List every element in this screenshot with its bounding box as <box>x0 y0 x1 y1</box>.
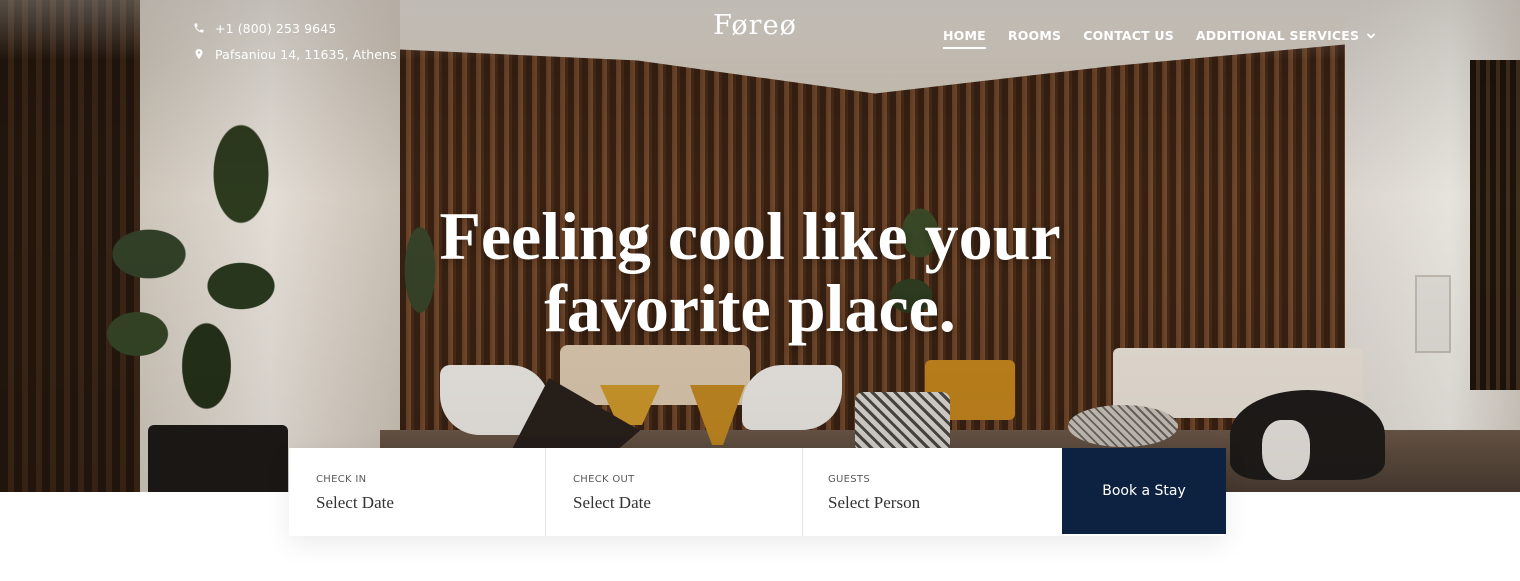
guests-label: GUESTS <box>828 474 870 485</box>
header-contact-info: +1 (800) 253 9645 Pafsaniou 14, 11635, A… <box>193 20 397 72</box>
guests-value[interactable]: Select Person <box>828 493 1062 513</box>
phone-row[interactable]: +1 (800) 253 9645 <box>193 20 397 36</box>
nav-item-label: HOME <box>943 28 986 43</box>
check-out-field[interactable]: CHECK OUT Select Date <box>546 448 803 536</box>
hero-headline-line: Feeling cool like your <box>439 198 1061 274</box>
nav-item-label: CONTACT US <box>1083 28 1174 43</box>
booking-form: CHECK IN Select Date CHECK OUT Select Da… <box>289 448 1226 536</box>
hero-headline: Feeling cool like your favorite place. <box>360 200 1140 344</box>
nav-item-label: ADDITIONAL SERVICES <box>1195 28 1360 43</box>
nav-item-contact-us[interactable]: CONTACT US <box>1083 28 1174 49</box>
check-in-field[interactable]: CHECK IN Select Date <box>289 448 546 536</box>
map-pin-icon <box>195 49 203 59</box>
guests-field[interactable]: GUESTS Select Person <box>803 448 1062 536</box>
nav-item-home[interactable]: HOME <box>943 28 986 49</box>
address-row: Pafsaniou 14, 11635, Athens <box>193 46 397 62</box>
check-in-label: CHECK IN <box>316 474 367 485</box>
nav-item-rooms[interactable]: ROOMS <box>1008 28 1061 49</box>
main-nav: HOME ROOMS CONTACT US ADDITIONAL SERVICE… <box>943 28 1398 49</box>
check-out-label: CHECK OUT <box>573 474 635 485</box>
hero-headline-line: favorite place. <box>544 270 956 346</box>
phone-number[interactable]: +1 (800) 253 9645 <box>215 21 336 36</box>
chevron-down-icon <box>1367 32 1376 39</box>
phone-icon <box>194 23 204 33</box>
book-a-stay-button[interactable]: Book a Stay <box>1062 448 1226 534</box>
check-in-value[interactable]: Select Date <box>316 493 545 513</box>
check-out-value[interactable]: Select Date <box>573 493 802 513</box>
site-logo[interactable]: Føreø <box>690 10 820 41</box>
nav-item-additional-services[interactable]: ADDITIONAL SERVICES <box>1196 28 1376 49</box>
address-text: Pafsaniou 14, 11635, Athens <box>215 46 397 62</box>
nav-item-label: ROOMS <box>1007 28 1062 43</box>
